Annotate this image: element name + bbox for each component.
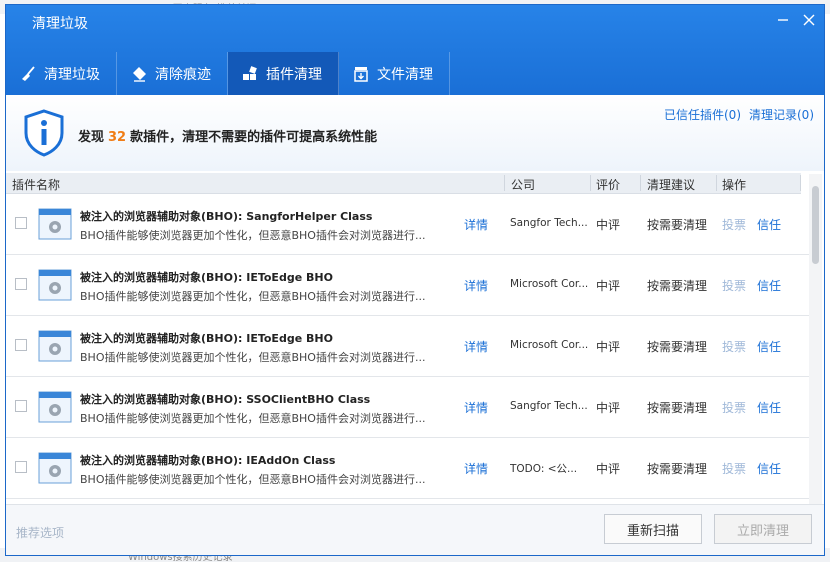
plugin-rating: 中评	[596, 462, 621, 476]
tab-clear-traces[interactable]: 清除痕迹	[117, 52, 228, 95]
bho-plugin-icon	[38, 269, 72, 301]
column-advice: 清理建议	[647, 178, 696, 192]
column-header: 插件名称 公司 评价 清理建议 操作	[6, 173, 801, 194]
plugin-name: 被注入的浏览器辅助对象(BHO): SangforHelper Class	[80, 210, 373, 223]
plugin-description: BHO插件能够使浏览器更加个性化，但恶意BHO插件会对浏览器进行...	[80, 290, 426, 303]
complain-link[interactable]: 投票	[722, 399, 746, 416]
tab-bar: 清理垃圾 清除痕迹 插件清理 文件清理	[6, 52, 450, 95]
tab-plugin-clean[interactable]: 插件清理	[228, 52, 339, 95]
column-name: 插件名称	[12, 178, 61, 192]
detail-link[interactable]: 详情	[464, 460, 488, 477]
list-scrollbar[interactable]	[809, 174, 822, 506]
plugin-rating: 中评	[596, 340, 621, 354]
broom-icon	[18, 65, 38, 83]
scan-summary-text: 发现 32 款插件，清理不需要的插件可提高系统性能	[78, 126, 377, 145]
plugin-description: BHO插件能够使浏览器更加个性化，但恶意BHO插件会对浏览器进行...	[80, 351, 426, 364]
detail-link[interactable]: 详情	[464, 399, 488, 416]
plugin-name: 被注入的浏览器辅助对象(BHO): IEToEdge BHO	[80, 271, 333, 284]
trust-link[interactable]: 信任	[757, 277, 781, 294]
clean-history-link[interactable]: 清理记录(0)	[749, 106, 814, 123]
trust-link[interactable]: 信任	[757, 460, 781, 477]
plugin-cleaner-window: 清理垃圾 清理垃圾 清除痕迹 插件清理 文件清理 发现 32 款插件，清理不需要…	[5, 4, 825, 556]
bho-plugin-icon	[38, 391, 72, 423]
detail-link[interactable]: 详情	[464, 338, 488, 355]
plugin-rating: 中评	[596, 279, 621, 293]
row-checkbox[interactable]	[15, 400, 27, 412]
plugin-name: 被注入的浏览器辅助对象(BHO): IEAddOn Class	[80, 454, 336, 467]
clean-advice: 按需要清理	[647, 462, 708, 476]
clean-advice: 按需要清理	[647, 218, 708, 232]
footer-bar: 推荐选项 重新扫描 立即清理	[6, 504, 824, 555]
row-checkbox[interactable]	[15, 217, 27, 229]
trust-link[interactable]: 信任	[757, 216, 781, 233]
trusted-plugins-link[interactable]: 已信任插件(0)	[664, 106, 741, 123]
plugin-name: 被注入的浏览器辅助对象(BHO): SSOClientBHO Class	[80, 393, 371, 406]
complain-link[interactable]: 投票	[722, 338, 746, 355]
tab-clean-junk[interactable]: 清理垃圾	[6, 52, 117, 95]
table-row: 被注入的浏览器辅助对象(BHO): SangforHelper Class BH…	[6, 194, 809, 255]
tab-label: 清理垃圾	[44, 66, 100, 83]
detail-link[interactable]: 详情	[464, 277, 488, 294]
minimize-button[interactable]	[774, 11, 792, 29]
plugin-description: BHO插件能够使浏览器更加个性化，但恶意BHO插件会对浏览器进行...	[80, 229, 426, 242]
table-row: 被注入的浏览器辅助对象(BHO): SSOClientBHO Class BHO…	[6, 377, 809, 438]
plugin-company: Sangfor Tech...	[510, 217, 588, 229]
plugin-icon	[240, 65, 260, 83]
clean-now-button[interactable]: 立即清理	[714, 514, 812, 544]
recommended-options-link[interactable]: 推荐选项	[16, 524, 64, 541]
detail-link[interactable]: 详情	[464, 216, 488, 233]
tab-label: 清除痕迹	[155, 66, 211, 83]
row-checkbox[interactable]	[15, 278, 27, 290]
plugin-company: Microsoft Cor...	[510, 339, 589, 351]
shield-info-icon	[24, 109, 64, 157]
plugin-description: BHO插件能够使浏览器更加个性化，但恶意BHO插件会对浏览器进行...	[80, 412, 426, 425]
plugin-description: BHO插件能够使浏览器更加个性化，但恶意BHO插件会对浏览器进行...	[80, 473, 426, 486]
table-row: 被注入的浏览器辅助对象(BHO): IEToEdge BHO BHO插件能够使浏…	[6, 255, 809, 316]
trust-link[interactable]: 信任	[757, 399, 781, 416]
plugin-rating: 中评	[596, 218, 621, 232]
column-company: 公司	[511, 178, 536, 192]
clean-advice: 按需要清理	[647, 279, 708, 293]
bho-plugin-icon	[38, 330, 72, 362]
summary-prefix: 发现	[78, 130, 105, 145]
minimize-icon	[778, 19, 788, 21]
clean-advice: 按需要清理	[647, 340, 708, 354]
close-icon	[803, 14, 815, 26]
plugin-rating: 中评	[596, 401, 621, 415]
column-action: 操作	[722, 178, 747, 192]
plugin-name: 被注入的浏览器辅助对象(BHO): IEToEdge BHO	[80, 332, 333, 345]
clean-advice: 按需要清理	[647, 401, 708, 415]
scan-summary-banner: 发现 32 款插件，清理不需要的插件可提高系统性能 已信任插件(0) 清理记录(0)	[6, 95, 824, 171]
rescan-button[interactable]: 重新扫描	[604, 514, 702, 544]
close-button[interactable]	[800, 11, 818, 29]
bho-plugin-icon	[38, 208, 72, 240]
table-row: 被注入的浏览器辅助对象(BHO): IEToEdge BHO BHO插件能够使浏…	[6, 316, 809, 377]
plugin-list: 被注入的浏览器辅助对象(BHO): SangforHelper Class BH…	[6, 194, 809, 506]
complain-link[interactable]: 投票	[722, 460, 746, 477]
complain-link[interactable]: 投票	[722, 216, 746, 233]
tab-file-clean[interactable]: 文件清理	[339, 52, 450, 95]
tab-label: 插件清理	[266, 66, 322, 83]
eraser-icon	[129, 65, 149, 83]
row-checkbox[interactable]	[15, 461, 27, 473]
plugin-company: Microsoft Cor...	[510, 278, 589, 290]
title-bar[interactable]: 清理垃圾 清理垃圾 清除痕迹 插件清理 文件清理	[6, 5, 824, 95]
trust-link[interactable]: 信任	[757, 338, 781, 355]
plugin-company: Sangfor Tech...	[510, 400, 588, 412]
file-clean-icon	[351, 65, 371, 83]
complain-link[interactable]: 投票	[722, 277, 746, 294]
plugin-count: 32	[108, 130, 127, 145]
column-rating: 评价	[596, 178, 621, 192]
bho-plugin-icon	[38, 452, 72, 484]
summary-suffix: 款插件，清理不需要的插件可提高系统性能	[130, 130, 378, 145]
scrollbar-thumb[interactable]	[812, 186, 819, 264]
table-row: 被注入的浏览器辅助对象(BHO): IEAddOn Class BHO插件能够使…	[6, 438, 809, 499]
window-title: 清理垃圾	[32, 16, 88, 32]
tab-label: 文件清理	[377, 66, 433, 83]
row-checkbox[interactable]	[15, 339, 27, 351]
plugin-company: TODO: <公...	[510, 463, 578, 475]
